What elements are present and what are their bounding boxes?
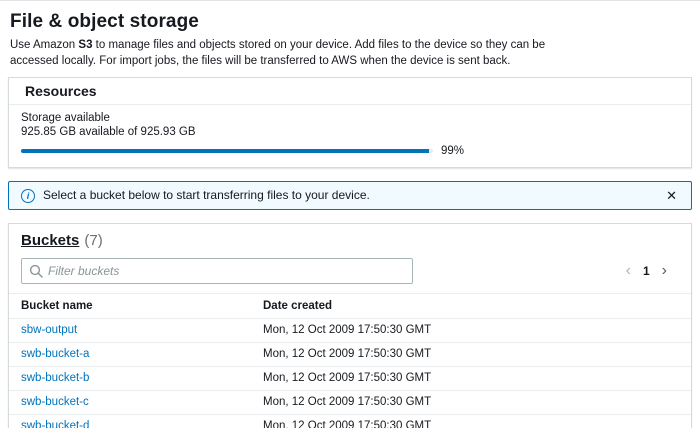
storage-progress-percent: 99% <box>441 145 464 157</box>
table-row: sbw-output Mon, 12 Oct 2009 17:50:30 GMT <box>9 319 691 343</box>
pagination-prev-button[interactable]: ‹ <box>620 263 637 279</box>
storage-progress-row: 99% <box>21 145 679 157</box>
column-header-date-created: Date created <box>251 294 691 319</box>
column-header-bucket-name: Bucket name <box>9 294 251 319</box>
close-icon: ✕ <box>666 188 677 203</box>
resources-card: Resources Storage available 925.85 GB av… <box>8 77 692 168</box>
pagination: ‹ 1 › <box>620 263 673 279</box>
date-created-cell: Mon, 12 Oct 2009 17:50:30 GMT <box>251 343 691 367</box>
buckets-count-badge: (7) <box>84 232 102 249</box>
table-row: swb-bucket-b Mon, 12 Oct 2009 17:50:30 G… <box>9 367 691 391</box>
date-created-cell: Mon, 12 Oct 2009 17:50:30 GMT <box>251 415 691 428</box>
storage-progress-fill <box>21 149 429 153</box>
storage-available-value: 925.85 GB available of 925.93 GB <box>21 126 679 139</box>
pagination-page-1[interactable]: 1 <box>637 264 656 278</box>
bucket-name-cell: swb-bucket-a <box>9 343 251 367</box>
buckets-section-title: Buckets <box>21 232 79 249</box>
bucket-name-cell: swb-bucket-b <box>9 367 251 391</box>
storage-progress-bar <box>21 149 433 153</box>
bucket-name-cell: sbw-output <box>9 319 251 343</box>
table-header-row: Bucket name Date created <box>9 294 691 319</box>
date-created-cell: Mon, 12 Oct 2009 17:50:30 GMT <box>251 367 691 391</box>
buckets-table: Bucket name Date created sbw-output Mon,… <box>9 293 691 428</box>
page-description: Use Amazon S3 to manage files and object… <box>10 38 595 69</box>
date-created-cell: Mon, 12 Oct 2009 17:50:30 GMT <box>251 319 691 343</box>
filter-box <box>21 258 413 284</box>
resources-section-title: Resources <box>9 78 691 105</box>
bucket-name-cell: swb-bucket-d <box>9 415 251 428</box>
bucket-name-cell: swb-bucket-c <box>9 391 251 415</box>
pagination-next-button[interactable]: › <box>656 263 673 279</box>
bucket-link[interactable]: swb-bucket-a <box>21 348 89 360</box>
bucket-link[interactable]: swb-bucket-d <box>21 420 89 428</box>
buckets-header: Buckets (7) ‹ 1 › <box>9 224 691 284</box>
date-created-cell: Mon, 12 Oct 2009 17:50:30 GMT <box>251 391 691 415</box>
storage-available-label: Storage available <box>21 112 679 125</box>
resources-card-body: Storage available 925.85 GB available of… <box>9 105 691 167</box>
filter-buckets-input[interactable] <box>21 258 413 284</box>
page-title: File & object storage <box>10 11 692 33</box>
search-icon <box>29 264 43 278</box>
bucket-link[interactable]: swb-bucket-b <box>21 372 89 384</box>
bucket-link[interactable]: sbw-output <box>21 324 77 336</box>
buckets-card: Buckets (7) ‹ 1 › <box>8 223 692 428</box>
info-alert-message: Select a bucket below to start transferr… <box>43 188 370 203</box>
buckets-title-row: Buckets (7) <box>21 232 679 249</box>
info-alert: i Select a bucket below to start transfe… <box>8 181 692 210</box>
bucket-link[interactable]: swb-bucket-c <box>21 396 89 408</box>
buckets-toolbar: ‹ 1 › <box>21 258 679 284</box>
description-s3: S3 <box>78 39 92 51</box>
info-icon: i <box>21 189 35 203</box>
table-row: swb-bucket-d Mon, 12 Oct 2009 17:50:30 G… <box>9 415 691 428</box>
alert-dismiss-button[interactable]: ✕ <box>664 189 679 202</box>
table-row: swb-bucket-c Mon, 12 Oct 2009 17:50:30 G… <box>9 391 691 415</box>
description-prefix: Use Amazon <box>10 39 78 51</box>
table-row: swb-bucket-a Mon, 12 Oct 2009 17:50:30 G… <box>9 343 691 367</box>
file-object-storage-page: File & object storage Use Amazon S3 to m… <box>0 1 700 428</box>
